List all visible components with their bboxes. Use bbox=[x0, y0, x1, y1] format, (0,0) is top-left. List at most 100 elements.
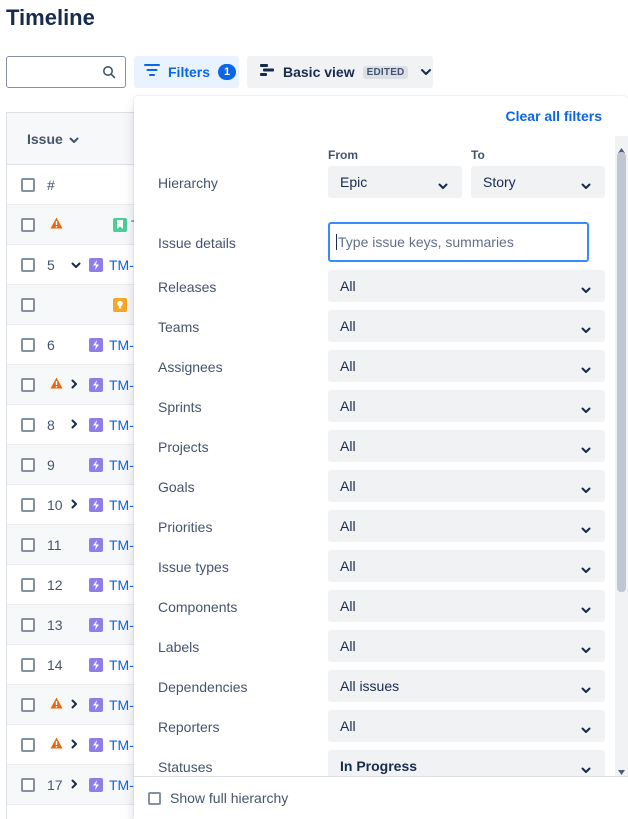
chevron-down-icon bbox=[581, 601, 591, 617]
chevron-right-icon[interactable] bbox=[71, 736, 78, 754]
issue-key-link[interactable]: TM- bbox=[109, 457, 134, 473]
issue-details-placeholder: Type issue keys, summaries bbox=[338, 234, 514, 250]
table-row[interactable]: 14 TM- bbox=[7, 645, 147, 685]
panel-scrollbar[interactable] bbox=[615, 136, 628, 776]
filter-label: Goals bbox=[158, 479, 195, 495]
row-checkbox[interactable] bbox=[21, 777, 35, 792]
hierarchy-from-select[interactable]: Epic bbox=[328, 166, 462, 198]
filter-select[interactable]: All issues bbox=[328, 670, 605, 702]
table-row[interactable]: 11 TM- bbox=[7, 525, 147, 565]
filters-button[interactable]: Filters 1 bbox=[134, 56, 239, 88]
table-row[interactable]: 13 TM- bbox=[7, 605, 147, 645]
warning-icon[interactable] bbox=[50, 736, 63, 754]
row-checkbox[interactable] bbox=[21, 737, 35, 752]
chevron-down-icon bbox=[581, 721, 591, 737]
row-checkbox[interactable] bbox=[21, 537, 35, 552]
issue-details-label: Issue details bbox=[158, 235, 236, 251]
filter-select[interactable]: All bbox=[328, 430, 605, 462]
show-full-hierarchy-label[interactable]: Show full hierarchy bbox=[170, 790, 288, 806]
scrollbar-thumb[interactable] bbox=[617, 152, 626, 592]
row-checkbox[interactable] bbox=[21, 697, 35, 712]
row-checkbox[interactable] bbox=[21, 337, 35, 352]
chevron-down-icon bbox=[581, 681, 591, 697]
hierarchy-label: Hierarchy bbox=[158, 175, 218, 191]
row-checkbox[interactable] bbox=[21, 257, 35, 272]
table-row[interactable]: 5 TM- bbox=[7, 245, 147, 285]
row-checkbox[interactable] bbox=[21, 377, 35, 392]
filter-select[interactable]: All bbox=[328, 470, 605, 502]
view-settings-button[interactable]: Basic view EDITED bbox=[247, 56, 433, 88]
clear-all-filters-link[interactable]: Clear all filters bbox=[506, 108, 603, 124]
issue-key-link[interactable]: TM- bbox=[109, 737, 134, 753]
issue-key-link[interactable]: TM- bbox=[109, 417, 134, 433]
epic-icon bbox=[89, 257, 103, 272]
row-checkbox[interactable] bbox=[21, 617, 35, 632]
table-row[interactable]: 12 TM- bbox=[7, 565, 147, 605]
chevron-right-icon[interactable] bbox=[71, 496, 78, 514]
filter-value: All bbox=[340, 638, 356, 654]
issue-key-link[interactable]: TM- bbox=[109, 497, 134, 513]
issue-key-link[interactable]: TM- bbox=[109, 697, 134, 713]
row-checkbox[interactable] bbox=[21, 577, 35, 592]
table-row[interactable]: 8 TM- bbox=[7, 405, 147, 445]
filters-panel: Clear all filters From To Hierarchy Epic… bbox=[134, 96, 628, 819]
table-row[interactable]: 10 TM- bbox=[7, 485, 147, 525]
filter-label: Priorities bbox=[158, 519, 213, 535]
epic-icon bbox=[89, 457, 103, 472]
chevron-right-icon[interactable] bbox=[71, 696, 78, 714]
chevron-down-icon bbox=[581, 521, 591, 537]
issue-key-link[interactable]: TM- bbox=[109, 377, 134, 393]
issue-column-header[interactable]: Issue bbox=[7, 113, 146, 165]
issue-key-link[interactable]: TM- bbox=[109, 617, 134, 633]
page-title: Timeline bbox=[6, 5, 95, 30]
row-checkbox[interactable] bbox=[21, 657, 35, 672]
filter-select[interactable]: All bbox=[328, 550, 605, 582]
row-checkbox[interactable] bbox=[21, 417, 35, 432]
issue-key-link[interactable]: TM- bbox=[109, 257, 134, 273]
number-column-header: # bbox=[47, 176, 55, 193]
filter-select[interactable]: All bbox=[328, 390, 605, 422]
warning-icon[interactable] bbox=[50, 216, 63, 234]
issue-details-input[interactable]: Type issue keys, summaries bbox=[328, 222, 589, 262]
issue-key-link[interactable]: TM- bbox=[109, 537, 134, 553]
show-full-hierarchy-checkbox[interactable] bbox=[148, 792, 161, 805]
issue-key-link[interactable]: TM- bbox=[109, 777, 134, 793]
table-row[interactable]: TM- bbox=[7, 365, 147, 405]
table-row[interactable]: TM- bbox=[7, 725, 147, 765]
epic-icon bbox=[89, 537, 103, 552]
hierarchy-to-select[interactable]: Story bbox=[471, 166, 605, 198]
filter-select[interactable]: All bbox=[328, 310, 605, 342]
issue-key-link[interactable]: TM- bbox=[109, 577, 134, 593]
select-all-checkbox[interactable] bbox=[21, 177, 35, 192]
filter-select[interactable]: All bbox=[328, 510, 605, 542]
row-checkbox[interactable] bbox=[21, 497, 35, 512]
epic-icon bbox=[89, 737, 103, 752]
search-input[interactable] bbox=[6, 56, 126, 88]
chevron-right-icon[interactable] bbox=[71, 376, 78, 394]
row-number: 12 bbox=[47, 576, 63, 593]
table-row[interactable] bbox=[7, 285, 147, 325]
row-checkbox[interactable] bbox=[21, 297, 35, 312]
table-row[interactable]: 9 TM- bbox=[7, 445, 147, 485]
chevron-right-icon[interactable] bbox=[71, 416, 78, 434]
chevron-right-icon[interactable] bbox=[71, 776, 78, 794]
chevron-down-icon[interactable] bbox=[71, 256, 81, 274]
table-row[interactable]: 17 TM- bbox=[7, 765, 147, 805]
row-checkbox[interactable] bbox=[21, 457, 35, 472]
filter-select[interactable]: All bbox=[328, 350, 605, 382]
row-checkbox[interactable] bbox=[21, 217, 35, 232]
filter-value: All bbox=[340, 718, 356, 734]
table-row[interactable]: TM- bbox=[7, 685, 147, 725]
table-row[interactable]: 6 TM- bbox=[7, 325, 147, 365]
issue-key-link[interactable]: TM- bbox=[109, 657, 134, 673]
hierarchy-to-value: Story bbox=[483, 174, 516, 190]
warning-icon[interactable] bbox=[50, 376, 63, 394]
issue-key-link[interactable]: TM- bbox=[109, 337, 134, 353]
epic-icon bbox=[89, 777, 103, 792]
warning-icon[interactable] bbox=[50, 696, 63, 714]
filter-select[interactable]: All bbox=[328, 710, 605, 742]
table-row[interactable]: T bbox=[7, 205, 147, 245]
filter-select[interactable]: All bbox=[328, 590, 605, 622]
filter-select[interactable]: All bbox=[328, 270, 605, 302]
filter-select[interactable]: All bbox=[328, 630, 605, 662]
